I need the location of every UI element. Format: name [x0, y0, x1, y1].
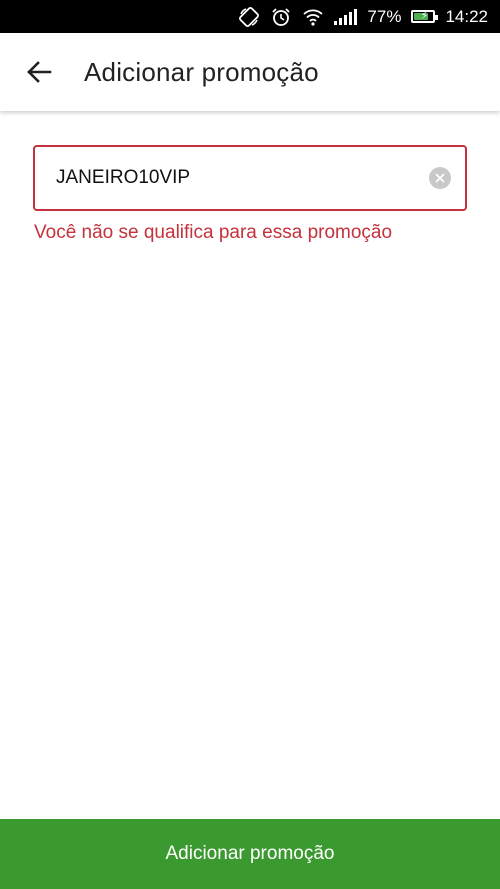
promo-code-field[interactable] [33, 145, 467, 211]
status-bar: 77% ⚡ 14:22 [0, 0, 500, 33]
charging-bolt-icon: ⚡ [420, 10, 429, 22]
clear-button[interactable] [429, 167, 451, 189]
arrow-left-icon [27, 61, 52, 83]
wifi-icon [302, 7, 324, 27]
clock: 14:22 [445, 6, 488, 26]
promo-code-input[interactable] [56, 158, 429, 198]
app-bar: Adicionar promoção [0, 33, 500, 111]
add-promotion-button[interactable]: Adicionar promoção [0, 819, 500, 889]
page-title: Adicionar promoção [84, 56, 319, 87]
battery-percent: 77% [367, 6, 402, 26]
error-message: Você não se qualifica para essa promoção [34, 222, 393, 243]
back-button[interactable] [11, 44, 67, 100]
alarm-icon [270, 6, 292, 28]
battery-charging-icon: ⚡ [411, 10, 439, 23]
clear-icon [435, 173, 445, 183]
signal-icon [334, 8, 358, 25]
screen-rotation-icon [238, 6, 260, 28]
